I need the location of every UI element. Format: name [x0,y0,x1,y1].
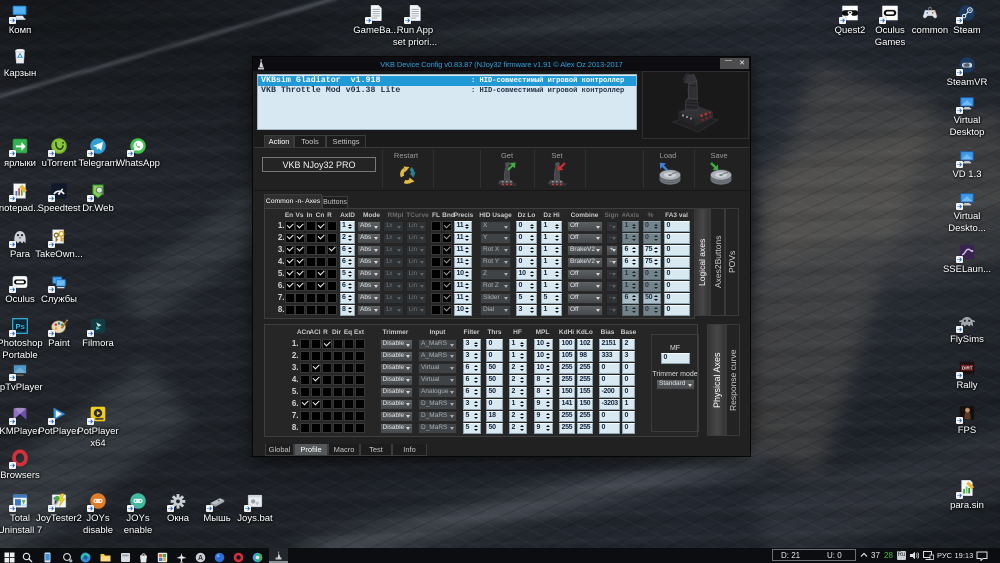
svg-text:A: A [198,555,203,562]
svg-text:VR: VR [963,63,969,68]
svg-text:DiRT: DiRT [962,366,973,371]
